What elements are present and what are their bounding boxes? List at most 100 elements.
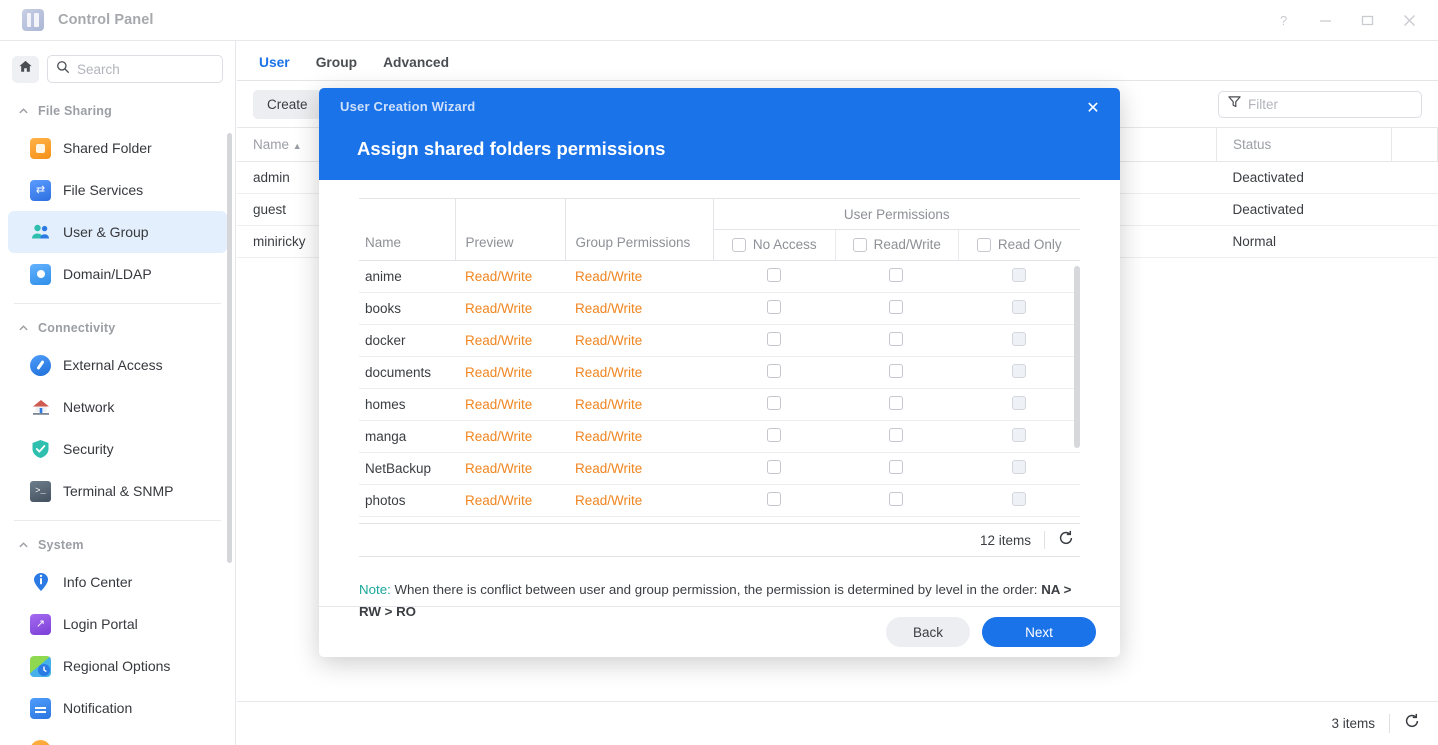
table-row[interactable]: homes Read/Write Read/Write [359,388,1080,421]
checkbox-no-access[interactable] [767,332,781,346]
checkbox-no-access[interactable] [767,428,781,442]
close-button[interactable] [1388,0,1430,41]
table-row[interactable]: sites Read/Write Read/Write [359,516,1080,523]
checkbox-no-access[interactable] [767,396,781,410]
cell-read-only[interactable] [957,292,1080,325]
nav-group-system[interactable]: System [0,529,235,561]
checkbox-no-access[interactable] [767,268,781,282]
checkbox-read-write[interactable] [889,300,903,314]
nav-group-file-sharing[interactable]: File Sharing [0,95,235,127]
cell-read-only[interactable] [957,261,1080,293]
cell-read-only[interactable] [957,324,1080,357]
cell-read-only[interactable] [957,516,1080,523]
cell-read-write[interactable] [835,292,957,325]
table-row[interactable]: manga Read/Write Read/Write [359,420,1080,453]
cell-read-write[interactable] [835,356,957,389]
cell-read-write[interactable] [835,516,957,523]
sidebar-item-regional-options[interactable]: Regional Options [8,645,227,687]
table-row[interactable]: docker Read/Write Read/Write [359,324,1080,357]
sidebar-item-login-portal[interactable]: Login Portal [8,603,227,645]
table-scrollbar-thumb[interactable] [1074,266,1080,448]
checkbox-read-write[interactable] [889,268,903,282]
checkbox-read-write[interactable] [889,492,903,506]
checkbox-no-access[interactable] [767,364,781,378]
cell-read-only[interactable] [957,452,1080,485]
maximize-button[interactable] [1346,0,1388,41]
sidebar-item-file-services[interactable]: File Services [8,169,227,211]
cell-read-write[interactable] [835,388,957,421]
cell-no-access[interactable] [713,452,835,485]
tab-user[interactable]: User [259,55,290,80]
checkbox-read-write[interactable] [889,364,903,378]
sidebar-item-hardware-power[interactable]: Hardware & Power [8,729,227,745]
checkbox-read-write[interactable] [889,428,903,442]
checkbox-read-only[interactable] [1011,396,1026,410]
table-row[interactable]: NetBackup Read/Write Read/Write [359,452,1080,485]
tab-advanced[interactable]: Advanced [383,55,449,80]
column-header-status[interactable]: Status [1216,127,1392,162]
checkbox-read-only[interactable] [1011,428,1026,442]
cell-read-only[interactable] [957,356,1080,389]
filter-input[interactable]: Filter [1218,90,1422,118]
sidebar-item-info-center[interactable]: Info Center [8,561,227,603]
checkbox-read-write[interactable] [889,396,903,410]
cell-no-access[interactable] [713,420,835,453]
sidebar-item-user-group[interactable]: User & Group [8,211,227,253]
header-read-only[interactable]: Read Only [957,230,1081,260]
cell-read-only[interactable] [957,484,1080,517]
checkbox-read-only[interactable] [1011,268,1026,282]
header-read-write[interactable]: Read/Write [835,230,958,260]
cell-no-access[interactable] [713,516,835,523]
checkbox-read-write-all[interactable] [852,237,867,252]
refresh-icon[interactable] [1058,530,1074,551]
cell-no-access[interactable] [713,356,835,389]
table-row[interactable]: books Read/Write Read/Write [359,292,1080,325]
checkbox-read-only[interactable] [1011,332,1026,346]
create-button[interactable]: Create [253,89,322,119]
home-button[interactable] [12,55,39,83]
checkbox-read-write[interactable] [889,332,903,346]
sidebar-item-external-access[interactable]: External Access [8,344,227,386]
sidebar-item-network[interactable]: Network [8,386,227,428]
refresh-icon[interactable] [1404,713,1420,734]
tab-group[interactable]: Group [316,55,357,80]
search-input[interactable]: Search [47,55,223,83]
minimize-button[interactable] [1304,0,1346,41]
help-button[interactable]: ? [1262,0,1304,41]
cell-read-only[interactable] [957,420,1080,453]
cell-no-access[interactable] [713,324,835,357]
cell-no-access[interactable] [713,292,835,325]
checkbox-read-only[interactable] [1011,492,1026,506]
sidebar-item-terminal-snmp[interactable]: Terminal & SNMP [8,470,227,512]
table-row[interactable]: photos Read/Write Read/Write [359,484,1080,517]
cell-no-access[interactable] [713,388,835,421]
cell-no-access[interactable] [713,261,835,293]
checkbox-no-access[interactable] [767,300,781,314]
checkbox-no-access[interactable] [767,492,781,506]
cell-read-write[interactable] [835,484,957,517]
checkbox-no-access-all[interactable] [731,237,746,252]
checkbox-read-only-all[interactable] [976,237,991,252]
sidebar-scrollbar[interactable] [227,133,232,563]
cell-read-write[interactable] [835,420,957,453]
cell-read-write[interactable] [835,452,957,485]
checkbox-no-access[interactable] [767,460,781,474]
table-row[interactable]: anime Read/Write Read/Write [359,261,1080,293]
close-icon[interactable]: ✕ [1082,97,1104,119]
permissions-table-scroll[interactable]: anime Read/Write Read/Write books Read/W… [359,261,1080,523]
checkbox-read-only[interactable] [1011,364,1026,378]
back-button[interactable]: Back [886,617,970,647]
table-row[interactable]: documents Read/Write Read/Write [359,356,1080,389]
sidebar-item-domain-ldap[interactable]: Domain/LDAP [8,253,227,295]
cell-read-write[interactable] [835,261,957,293]
sidebar-item-security[interactable]: Security [8,428,227,470]
sidebar-item-notification[interactable]: Notification [8,687,227,729]
checkbox-read-only[interactable] [1011,460,1026,474]
next-button[interactable]: Next [982,617,1096,647]
sidebar-item-shared-folder[interactable]: Shared Folder [8,127,227,169]
nav-group-connectivity[interactable]: Connectivity [0,312,235,344]
cell-read-only[interactable] [957,388,1080,421]
cell-no-access[interactable] [713,484,835,517]
cell-read-write[interactable] [835,324,957,357]
header-no-access[interactable]: No Access [714,230,836,260]
